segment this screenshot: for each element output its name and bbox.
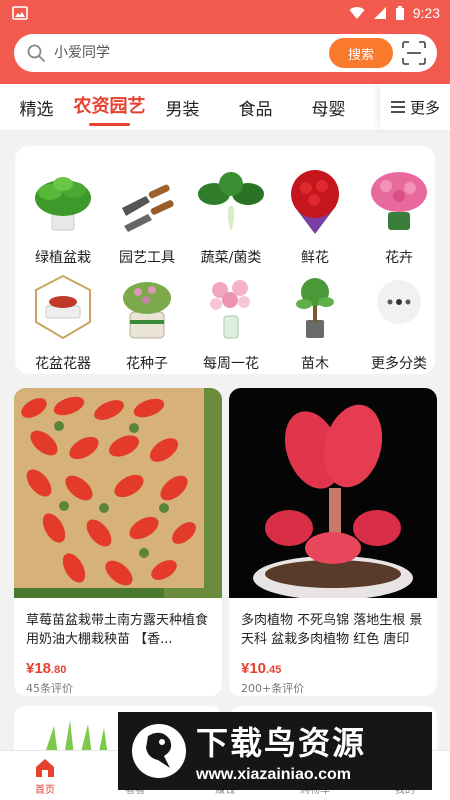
category-flowers-plants[interactable]: 花卉 bbox=[357, 166, 441, 267]
category-garden-tools[interactable]: 园艺工具 bbox=[105, 166, 189, 267]
category-label: 花卉 bbox=[385, 250, 413, 266]
search-input[interactable] bbox=[54, 38, 329, 68]
tab-featured[interactable]: 精选 bbox=[0, 95, 73, 120]
red-roses-icon bbox=[291, 170, 339, 234]
product-card[interactable]: 多肉植物 不死鸟锦 落地生根 景天科 盆栽多肉植物 红色 唐印3... ¥10.… bbox=[229, 388, 437, 696]
category-tabs: 精选 农资园艺 男装 食品 母婴 更多 bbox=[0, 84, 450, 130]
battery-icon bbox=[395, 5, 404, 20]
menu-icon bbox=[390, 101, 405, 113]
category-label: 更多分类 bbox=[371, 356, 427, 372]
garden-trowels-icon bbox=[122, 184, 174, 232]
product-card[interactable]: 草莓苗盆栽带土南方露天种植食用奶油大棚栽秧苗 【香... ¥18.80 45条评… bbox=[14, 388, 222, 696]
gallery-notification-icon bbox=[12, 6, 28, 20]
category-grid: 绿植盆栽 园艺工具 蔬菜/菌类 鲜花 花卉 花盆花器 花种子 每周一花 苗木 更… bbox=[15, 146, 435, 374]
category-potted-plants[interactable]: 绿植盆栽 bbox=[21, 166, 105, 267]
product-title: 草莓苗盆栽带土南方露天种植食用奶油大棚栽秧苗 【香... bbox=[26, 613, 209, 647]
tab-mother-baby[interactable]: 母婴 bbox=[292, 95, 365, 120]
product-reviews: 45条评价 bbox=[26, 682, 73, 695]
product-reviews: 200+条评价 bbox=[241, 682, 305, 695]
potted-plant-icon bbox=[35, 177, 91, 231]
product-title: 多肉植物 不死鸟锦 落地生根 景天科 盆栽多肉植物 红色 唐印3... bbox=[241, 613, 423, 652]
search-button[interactable]: 搜索 bbox=[329, 38, 393, 68]
search-icon bbox=[27, 44, 45, 62]
wifi-icon bbox=[349, 7, 365, 20]
more-dots-icon bbox=[377, 280, 421, 324]
category-label: 园艺工具 bbox=[119, 250, 175, 266]
category-weekly-flower[interactable]: 每周一花 bbox=[189, 272, 273, 373]
nav-label: 首页 bbox=[35, 785, 55, 796]
product-price: ¥18.80 bbox=[26, 660, 67, 677]
category-pots-vases[interactable]: 花盆花器 bbox=[21, 272, 105, 373]
category-label: 每周一花 bbox=[203, 356, 259, 372]
sapling-icon bbox=[296, 278, 334, 338]
more-label: 更多 bbox=[409, 98, 440, 117]
category-label: 绿植盆栽 bbox=[35, 250, 91, 266]
flower-pot-icon bbox=[35, 274, 91, 340]
search-bar[interactable]: 搜索 bbox=[14, 34, 437, 72]
home-icon bbox=[36, 759, 54, 777]
nav-home[interactable]: 首页 bbox=[0, 751, 90, 800]
product-price: ¥10.45 bbox=[241, 660, 282, 677]
signal-icon bbox=[373, 7, 386, 19]
tab-menswear[interactable]: 男装 bbox=[146, 95, 219, 120]
watermark-banner: 下载鸟资源 www.xiazainiao.com bbox=[118, 712, 432, 790]
flower-vase-icon bbox=[210, 280, 250, 339]
category-fresh-flowers[interactable]: 鲜花 bbox=[273, 166, 357, 267]
app-header: 9:23 搜索 bbox=[0, 0, 450, 84]
tab-food[interactable]: 食品 bbox=[219, 95, 292, 120]
pink-flowers-icon bbox=[371, 172, 427, 230]
vegetable-icon bbox=[198, 172, 264, 232]
category-label: 苗木 bbox=[301, 356, 329, 372]
tab-more-button[interactable]: 更多 bbox=[380, 84, 450, 130]
category-more[interactable]: 更多分类 bbox=[357, 272, 441, 373]
scan-icon[interactable] bbox=[401, 40, 427, 66]
category-label: 蔬菜/菌类 bbox=[200, 250, 262, 266]
tab-agri-gardening[interactable]: 农资园艺 bbox=[73, 84, 146, 130]
category-label: 鲜花 bbox=[301, 250, 329, 266]
strawberry-seedling-image bbox=[14, 388, 222, 598]
status-bar: 9:23 bbox=[0, 0, 450, 26]
status-time: 9:23 bbox=[412, 5, 440, 21]
category-vegetables-fungi[interactable]: 蔬菜/菌类 bbox=[189, 166, 273, 267]
category-label: 花种子 bbox=[126, 356, 168, 372]
succulent-image bbox=[229, 388, 437, 600]
seedling-pot-icon bbox=[123, 282, 171, 339]
category-flower-seeds[interactable]: 花种子 bbox=[105, 272, 189, 373]
category-saplings[interactable]: 苗木 bbox=[273, 272, 357, 373]
bird-logo-icon bbox=[132, 724, 186, 778]
watermark-url: www.xiazainiao.com bbox=[196, 766, 352, 783]
category-label: 花盆花器 bbox=[35, 356, 91, 372]
watermark-title: 下载鸟资源 bbox=[196, 724, 367, 762]
